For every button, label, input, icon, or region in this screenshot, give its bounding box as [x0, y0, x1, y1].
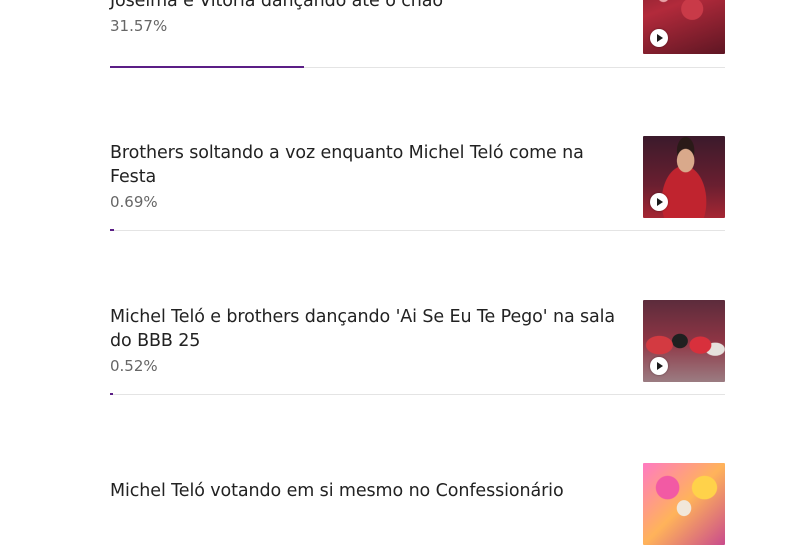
option-percent: 0.52% — [110, 357, 158, 375]
poll-option[interactable]: Brothers soltando a voz enquanto Michel … — [110, 136, 725, 232]
percent-bar-fill — [110, 66, 305, 68]
percent-bar-track — [110, 66, 725, 68]
percent-bar-fill — [110, 393, 114, 395]
video-thumbnail[interactable] — [643, 300, 725, 382]
poll-option[interactable]: Michel Teló votando em si mesmo no Confe… — [110, 463, 725, 545]
option-percent: 0.69% — [110, 193, 158, 211]
video-thumbnail[interactable] — [643, 463, 725, 545]
poll-option[interactable]: Michel Teló e brothers dançando 'Ai Se E… — [110, 300, 725, 396]
thumbnail-image — [643, 463, 725, 545]
play-icon[interactable] — [650, 29, 668, 47]
poll-option-list: Joselma e Vitória dançando até o chão 31… — [0, 0, 800, 545]
play-icon[interactable] — [650, 193, 668, 211]
poll-option[interactable]: Joselma e Vitória dançando até o chão 31… — [110, 0, 725, 70]
video-thumbnail[interactable] — [643, 136, 725, 218]
video-thumbnail[interactable] — [643, 0, 725, 54]
percent-bar-track — [110, 393, 725, 395]
option-title: Michel Teló votando em si mesmo no Confe… — [110, 481, 564, 501]
play-icon[interactable] — [650, 357, 668, 375]
option-title: Joselma e Vitória dançando até o chão — [110, 0, 444, 11]
option-percent: 31.57% — [110, 17, 168, 35]
option-title: Brothers soltando a voz enquanto Michel … — [110, 143, 584, 187]
percent-bar-track — [110, 229, 725, 231]
percent-bar-fill — [110, 229, 115, 231]
option-title: Michel Teló e brothers dançando 'Ai Se E… — [110, 307, 616, 351]
